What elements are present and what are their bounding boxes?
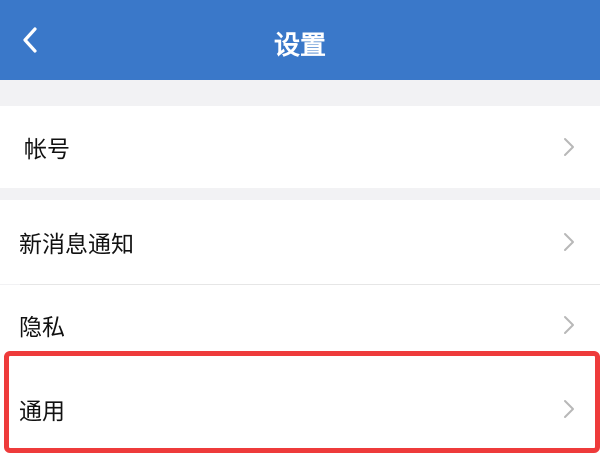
settings-item-label: 通用 (19, 399, 65, 425)
chevron-right-icon (564, 400, 574, 418)
settings-screen: 设置 帐号 新消息通知 隐私 通用 (0, 0, 600, 453)
chevron-right-icon (564, 316, 574, 334)
settings-item-notifications[interactable]: 新消息通知 (0, 200, 600, 284)
chevron-right-icon (564, 138, 574, 156)
navigation-bar: 设置 (0, 0, 600, 80)
settings-item-account[interactable]: 帐号 (0, 106, 600, 188)
settings-item-label: 隐私 (19, 315, 65, 341)
settings-item-privacy[interactable]: 隐私 (0, 285, 600, 365)
settings-item-general[interactable]: 通用 (0, 365, 600, 453)
chevron-right-icon (564, 233, 574, 251)
settings-item-label: 帐号 (24, 137, 70, 163)
page-title: 设置 (273, 31, 326, 61)
settings-item-label: 新消息通知 (19, 232, 134, 258)
